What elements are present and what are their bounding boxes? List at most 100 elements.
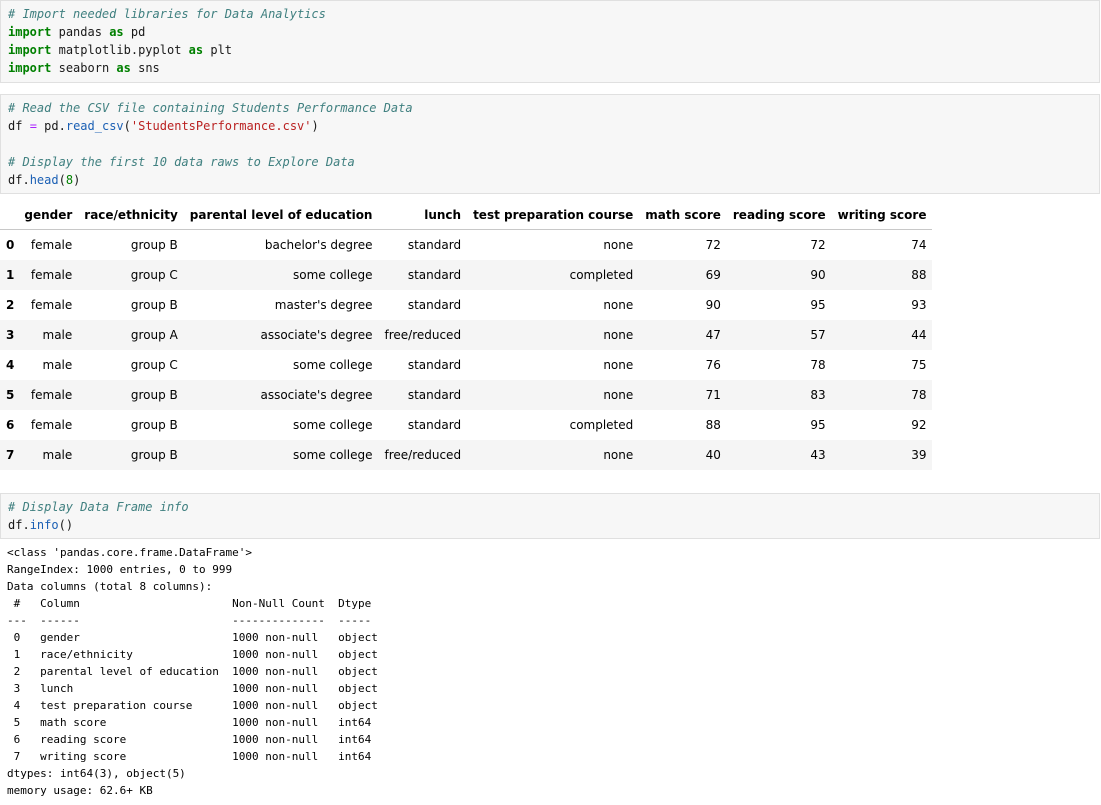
keyword: import [8, 61, 52, 75]
table-cell: standard [407, 358, 462, 372]
table-cell: 92 [911, 418, 927, 432]
table-cell: standard [407, 268, 462, 282]
number-literal: 8 [65, 173, 74, 187]
row-index: 4 [6, 358, 15, 372]
code-comment: # Read the CSV file containing Students … [8, 101, 413, 115]
table-row: 7 male group B some college free/reduced none… [0, 440, 933, 470]
table-cell: female [30, 298, 73, 312]
function-name: head [29, 173, 59, 187]
table-cell: 39 [911, 448, 927, 462]
table-header-row: gender race/ethnicity parental level of ed… [0, 201, 933, 230]
row-index: 5 [6, 388, 15, 402]
table-cell: none [603, 238, 634, 252]
table-cell: completed [569, 268, 634, 282]
table-cell: group C [130, 268, 178, 282]
table-cell: female [30, 418, 73, 432]
table-cell: none [603, 298, 634, 312]
table-cell: standard [407, 238, 462, 252]
table-cell: 57 [810, 328, 826, 342]
table-cell: none [603, 358, 634, 372]
keyword: as [109, 25, 124, 39]
table-cell: some college [293, 418, 373, 432]
table-cell: group C [130, 358, 178, 372]
table-cell: 71 [705, 388, 721, 402]
table-cell: male [42, 358, 73, 372]
table-row: 2 female group B master's degree standard non… [0, 290, 933, 320]
table-cell: some college [293, 448, 373, 462]
table-cell: 72 [705, 238, 721, 252]
code-cell-info[interactable]: # Display Data Frame info df.info() [0, 493, 1100, 539]
code-cell-read-csv[interactable]: # Read the CSV file containing Students … [0, 94, 1100, 194]
table-row: 4 male group C some college standard none 76 78… [0, 350, 933, 380]
keyword: import [8, 43, 52, 57]
parentheses: () [58, 518, 74, 532]
table-row: 5 female group B associate's degree standard… [0, 380, 933, 410]
table-cell: 47 [705, 328, 721, 342]
table-cell: female [30, 238, 73, 252]
row-index: 7 [6, 448, 15, 462]
info-output: <class 'pandas.core.frame.DataFrame'> Ra… [0, 544, 385, 799]
table-cell: bachelor's degree [264, 238, 373, 252]
code-editor-imports[interactable]: # Import needed libraries for Data Analy… [1, 1, 1099, 81]
module-name: pandas [58, 25, 102, 39]
column-header: lunch [378, 201, 468, 230]
module-name: matplotlib.pyplot [58, 43, 182, 57]
object-name: pd. [44, 119, 66, 133]
string-literal: 'StudentsPerformance.csv' [130, 119, 312, 133]
table-cell: male [42, 328, 73, 342]
keyword: as [188, 43, 204, 57]
table-cell: group B [130, 238, 178, 252]
code-editor-read-csv[interactable]: # Read the CSV file containing Students … [1, 95, 1099, 193]
keyword: as [116, 61, 131, 75]
object-name: df. [8, 518, 30, 532]
table-cell: group B [130, 418, 178, 432]
table-cell: 74 [911, 238, 927, 252]
table-cell: 78 [810, 358, 826, 372]
table-cell: some college [293, 358, 373, 372]
table-cell: 90 [810, 268, 826, 282]
code-comment: # Display the first 10 data raws to Expl… [8, 155, 355, 169]
code-comment: # Display Data Frame info [8, 500, 189, 514]
table-row: 6 female group B some college standard comple… [0, 410, 933, 440]
row-index: 1 [6, 268, 15, 282]
table-cell: 95 [810, 298, 826, 312]
module-alias: plt [210, 43, 233, 57]
row-index: 0 [6, 238, 15, 252]
table-cell: 44 [911, 328, 927, 342]
table-cell: 90 [705, 298, 721, 312]
table-row: 1 female group C some college standard comple… [0, 260, 933, 290]
table-cell: male [42, 448, 73, 462]
table-cell: none [603, 328, 634, 342]
table-cell: standard [407, 418, 462, 432]
code-cell-imports[interactable]: # Import needed libraries for Data Analy… [0, 0, 1100, 83]
column-header: gender [18, 201, 79, 230]
table-cell: 88 [705, 418, 721, 432]
table-cell: 76 [705, 358, 721, 372]
code-comment: # Import needed libraries for Data Analy… [8, 7, 326, 21]
module-alias: sns [138, 61, 160, 75]
code-editor-info[interactable]: # Display Data Frame info df.info() [1, 494, 1099, 538]
dataframe-table: gender race/ethnicity parental level of ed… [0, 201, 933, 470]
table-cell: none [603, 388, 634, 402]
table-cell: group B [130, 298, 178, 312]
module-alias: pd [130, 25, 146, 39]
table-cell: some college [293, 268, 373, 282]
operator: = [29, 119, 37, 133]
table-cell: 40 [705, 448, 721, 462]
table-cell: 95 [810, 418, 826, 432]
row-index: 3 [6, 328, 15, 342]
variable: df [8, 119, 23, 133]
column-header: parental level of education [183, 201, 379, 230]
column-header: test preparation course [467, 201, 640, 230]
table-row: 3 male group A associate's degree free/reduc… [0, 320, 933, 350]
row-index: 2 [6, 298, 15, 312]
table-cell: 83 [810, 388, 826, 402]
table-cell: standard [407, 298, 462, 312]
table-cell: standard [407, 388, 462, 402]
function-name: info [29, 518, 59, 532]
column-header: reading score [726, 201, 832, 230]
dataframe-output: gender race/ethnicity parental level of ed… [0, 201, 933, 470]
table-cell: 88 [911, 268, 927, 282]
table-cell: 69 [705, 268, 721, 282]
table-cell: female [30, 388, 73, 402]
